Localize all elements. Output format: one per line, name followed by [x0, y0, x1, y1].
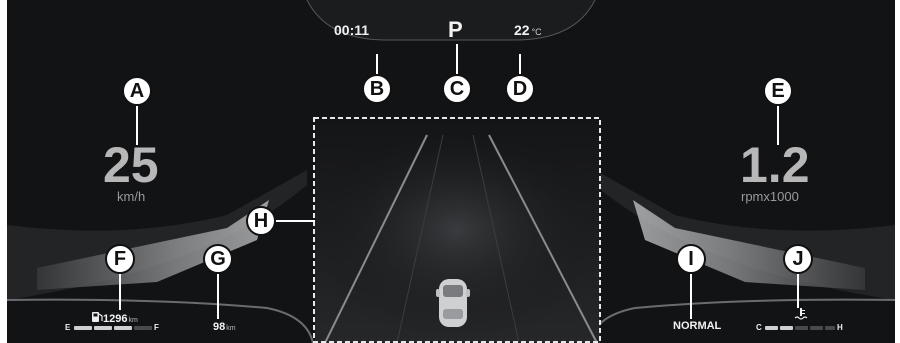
speed-value: 25 [103, 137, 159, 193]
callout-leader-i [690, 272, 692, 319]
outside-temperature-value: 22 [514, 22, 530, 38]
gear-indicator: P [448, 17, 463, 42]
coolant-gauge-segment [810, 326, 823, 330]
callout-h: H [246, 206, 276, 236]
fuel-range-unit: km [128, 317, 138, 324]
callout-leader-j [797, 272, 799, 308]
callout-leader-e [777, 105, 779, 145]
callout-i: I [676, 244, 706, 274]
trip-distance-unit: km [226, 325, 236, 332]
callout-leader-a [136, 105, 138, 145]
trip-distance-value: 98 [213, 321, 226, 333]
outside-temperature-unit: °C [531, 27, 542, 37]
fuel-gauge-segment [94, 326, 112, 330]
fuel-empty-label: E [65, 323, 71, 332]
coolant-gauge-segment [780, 326, 793, 330]
drive-mode: NORMAL [673, 320, 722, 332]
callout-leader-g [217, 272, 219, 319]
callout-c: C [442, 74, 472, 104]
car-icon [436, 279, 470, 327]
clock: 00:11 [334, 22, 370, 38]
callout-f: F [105, 244, 135, 274]
callout-leader-c [456, 44, 458, 74]
fuel-gauge-segment [74, 326, 92, 330]
coolant-gauge-segment [765, 326, 778, 330]
rpm-value: 1.2 [740, 137, 810, 193]
fuel-range: 1296km [103, 313, 138, 325]
callout-a: A [122, 76, 152, 106]
callout-d: D [505, 74, 535, 104]
callout-e: E [763, 76, 793, 106]
fuel-gauge-segment [114, 326, 132, 330]
fuel-pump-icon [92, 312, 103, 322]
rpm-unit: rpmx1000 [741, 189, 799, 204]
coolant-temp-icon [794, 308, 808, 320]
trip-distance: 98km [213, 321, 236, 333]
fuel-gauge-segment [134, 326, 152, 330]
outside-temperature: 22 °C [514, 22, 542, 38]
callout-leader-h [275, 220, 315, 222]
callout-leader-d [519, 54, 521, 74]
speed-unit: km/h [117, 189, 146, 204]
fuel-full-label: F [154, 323, 159, 332]
coolant-hot-label: H [837, 323, 843, 332]
callout-leader-b [376, 54, 378, 74]
coolant-gauge-segment [795, 326, 808, 330]
coolant-gauge-segment [825, 326, 835, 330]
instrument-cluster-figure: 00:11 P 22 °C 25 km/h 1.2 rpmx1000 1296km… [0, 0, 900, 343]
callout-leader-f [119, 272, 121, 310]
callout-g: G [203, 244, 233, 274]
instrument-cluster-display: 00:11 P 22 °C 25 km/h 1.2 rpmx1000 1296km… [7, 0, 895, 343]
coolant-cold-label: C [756, 323, 762, 332]
fuel-range-value: 1296 [103, 313, 128, 325]
callout-j: J [783, 244, 813, 274]
callout-b: B [362, 74, 392, 104]
